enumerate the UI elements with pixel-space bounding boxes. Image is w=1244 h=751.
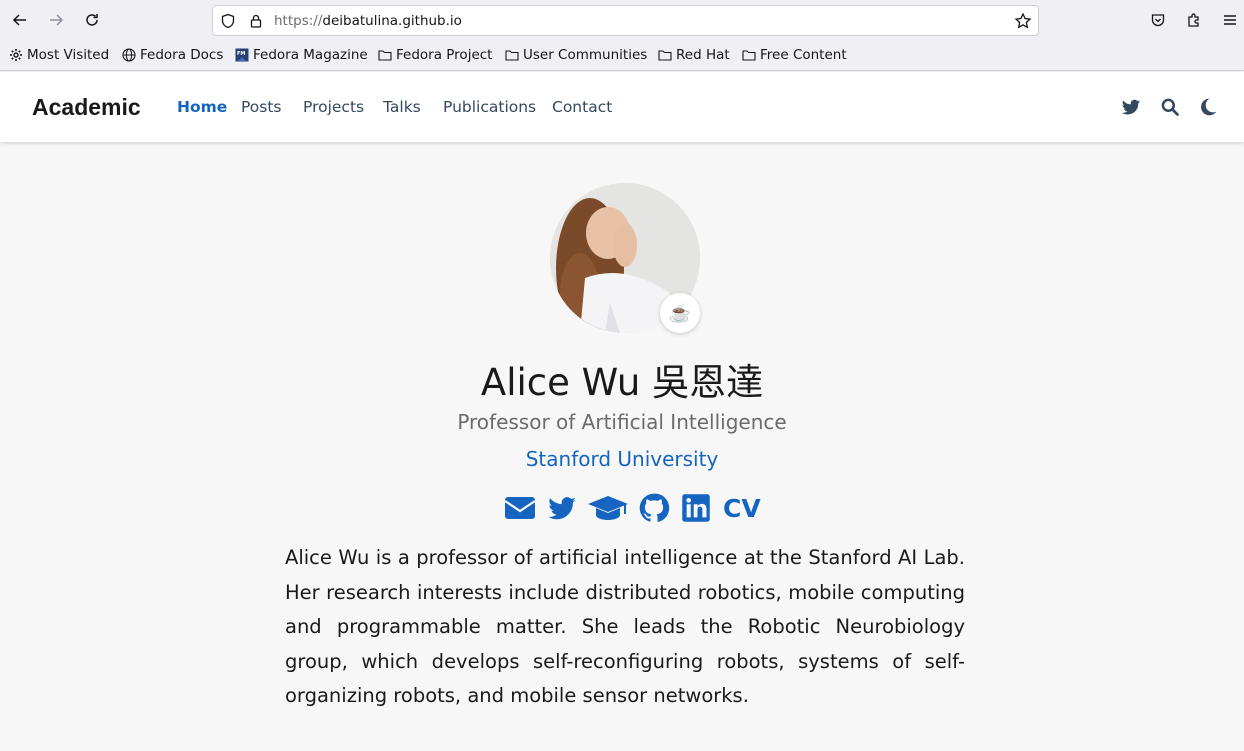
folder-icon bbox=[742, 50, 756, 61]
graduation-cap-icon bbox=[588, 496, 628, 520]
nav-projects[interactable]: Projects bbox=[303, 98, 364, 116]
nav-home[interactable]: Home bbox=[177, 98, 227, 116]
puzzle-icon bbox=[1188, 13, 1199, 27]
profile-organization[interactable]: Stanford University bbox=[0, 447, 1244, 471]
menu-button[interactable] bbox=[1216, 6, 1244, 34]
bookmarks-toolbar: Most Visited Fedora Docs FM Fedora Magaz… bbox=[0, 41, 1244, 71]
profile-role: Professor of Artificial Intelligence bbox=[457, 410, 787, 434]
nav-contact[interactable]: Contact bbox=[552, 98, 612, 116]
moon-icon bbox=[1201, 98, 1217, 116]
bookmark-fedora-project[interactable]: Fedora Project bbox=[378, 47, 492, 63]
bookmark-label: Fedora Project bbox=[396, 47, 493, 63]
globe-icon bbox=[122, 48, 136, 62]
nav-talks[interactable]: Talks bbox=[383, 98, 421, 116]
folder-icon bbox=[505, 50, 519, 61]
gear-icon bbox=[10, 49, 22, 61]
bookmark-label: Free Content bbox=[760, 47, 847, 63]
folder-icon bbox=[658, 50, 672, 61]
shield-icon[interactable] bbox=[220, 13, 236, 29]
bookmark-user-communities[interactable]: User Communities bbox=[505, 47, 647, 63]
twitter-link[interactable] bbox=[545, 492, 579, 524]
hamburger-icon bbox=[1224, 15, 1236, 25]
bookmark-label: Fedora Magazine bbox=[253, 47, 368, 63]
linkedin-icon bbox=[682, 494, 710, 522]
bookmark-label: User Communities bbox=[523, 47, 648, 63]
bookmark-most-visited[interactable]: Most Visited bbox=[9, 47, 109, 63]
social-links: CV bbox=[503, 491, 761, 525]
bookmark-label: Fedora Docs bbox=[140, 47, 224, 63]
email-link[interactable] bbox=[503, 492, 537, 524]
bookmark-fedora-magazine[interactable]: FM Fedora Magazine bbox=[235, 47, 368, 63]
url-text[interactable]: https://deibatulina.github.io bbox=[274, 13, 462, 29]
back-button[interactable] bbox=[6, 6, 34, 34]
nav-posts[interactable]: Posts bbox=[241, 98, 282, 116]
nav-twitter-button[interactable] bbox=[1121, 97, 1141, 117]
linkedin-link[interactable] bbox=[679, 492, 713, 524]
profile-name: Alice Wu 吳恩達 bbox=[480, 361, 764, 404]
bookmark-star-icon[interactable] bbox=[1014, 12, 1032, 30]
bookmark-label: Most Visited bbox=[27, 47, 110, 63]
scholar-link[interactable] bbox=[587, 492, 629, 524]
nav-search-button[interactable] bbox=[1160, 97, 1180, 117]
envelope-icon bbox=[504, 497, 536, 519]
reload-icon bbox=[86, 14, 98, 26]
search-icon bbox=[1161, 98, 1179, 116]
nav-theme-button[interactable] bbox=[1198, 97, 1218, 117]
arrow-right-icon bbox=[50, 14, 64, 26]
arrow-left-icon bbox=[12, 14, 26, 26]
bookmark-label: Red Hat bbox=[676, 47, 730, 63]
github-link[interactable] bbox=[637, 492, 671, 524]
url-protocol: https:// bbox=[274, 13, 323, 29]
bookmark-red-hat[interactable]: Red Hat bbox=[658, 47, 730, 63]
extensions-button[interactable] bbox=[1180, 6, 1208, 34]
browser-toolbar: https://deibatulina.github.io bbox=[0, 0, 1244, 41]
reload-button[interactable] bbox=[78, 6, 106, 34]
site-brand[interactable]: Academic bbox=[32, 94, 141, 121]
profile-bio: Alice Wu is a professor of artificial in… bbox=[285, 546, 965, 708]
twitter-icon bbox=[548, 497, 576, 520]
nav-publications[interactable]: Publications bbox=[443, 98, 536, 116]
site-navbar: Academic Home Posts Projects Talks Publi… bbox=[0, 72, 1244, 142]
url-host: deibatulina.github.io bbox=[322, 13, 462, 29]
folder-icon bbox=[378, 50, 392, 61]
pocket-button[interactable] bbox=[1144, 6, 1172, 34]
url-bar[interactable]: https://deibatulina.github.io bbox=[212, 5, 1039, 36]
lock-icon[interactable] bbox=[248, 13, 264, 29]
bookmark-free-content[interactable]: Free Content bbox=[742, 47, 847, 63]
bookmark-fedora-docs[interactable]: Fedora Docs bbox=[122, 47, 223, 63]
github-icon bbox=[639, 493, 670, 522]
fm-icon: FM bbox=[235, 48, 249, 62]
pocket-icon bbox=[1151, 14, 1165, 27]
twitter-icon bbox=[1121, 99, 1141, 115]
cv-link[interactable]: CV bbox=[723, 494, 761, 523]
svg-text:FM: FM bbox=[237, 51, 245, 57]
forward-button[interactable] bbox=[42, 6, 70, 34]
status-badge: ☕ bbox=[660, 293, 700, 333]
